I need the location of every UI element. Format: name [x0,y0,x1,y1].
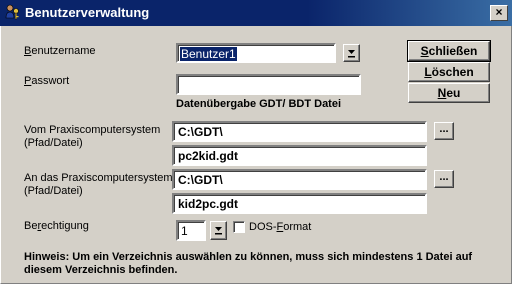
username-combo[interactable]: Benutzer1 [176,43,336,63]
title-bar: Benutzerverwaltung × [0,0,512,26]
to-browse-button[interactable]: ... [434,170,454,188]
close-window-button[interactable]: × [490,5,508,21]
to-file-field[interactable]: kid2pc.gdt [172,193,427,214]
chevron-down-icon [348,50,355,58]
close-button[interactable]: Schließen [407,40,491,62]
password-label: Passwort [24,75,70,87]
hint-text: Hinweis: Um ein Verzeichnis auswählen zu… [24,251,473,276]
ellipsis-icon: ... [439,123,449,135]
gdt-section-heading: Datenübergabe GDT/ BDT Datei [176,98,342,110]
new-button[interactable]: Neu [408,83,490,103]
password-field[interactable] [176,74,361,95]
close-icon: × [495,5,503,19]
from-browse-button[interactable]: ... [434,122,454,140]
chevron-down-icon [215,227,222,235]
dos-format-checkbox[interactable] [233,221,245,233]
permission-combo[interactable]: 1 [176,220,206,241]
to-path-field[interactable]: C:\GDT\ [172,169,427,190]
username-dropdown-button[interactable] [343,44,360,62]
permission-value: 1 [181,224,188,238]
users-key-icon [5,4,21,21]
username-value: Benutzer1 [179,46,238,62]
window-title: Benutzerverwaltung [25,5,150,20]
permission-dropdown-button[interactable] [210,221,227,240]
ellipsis-icon: ... [439,171,449,183]
from-path-field[interactable]: C:\GDT\ [172,121,427,142]
delete-button[interactable]: Löschen [408,62,490,82]
dos-format-label: DOS-Format [249,221,312,233]
to-system-label: An das Praxiscomputersystem (Pfad/Datei) [24,172,173,197]
from-system-label: Vom Praxiscomputersystem (Pfad/Datei) [24,124,161,149]
from-file-field[interactable]: pc2kid.gdt [172,145,427,166]
username-label: Benutzername [24,45,96,57]
permission-label: Berechtigung [24,220,89,232]
